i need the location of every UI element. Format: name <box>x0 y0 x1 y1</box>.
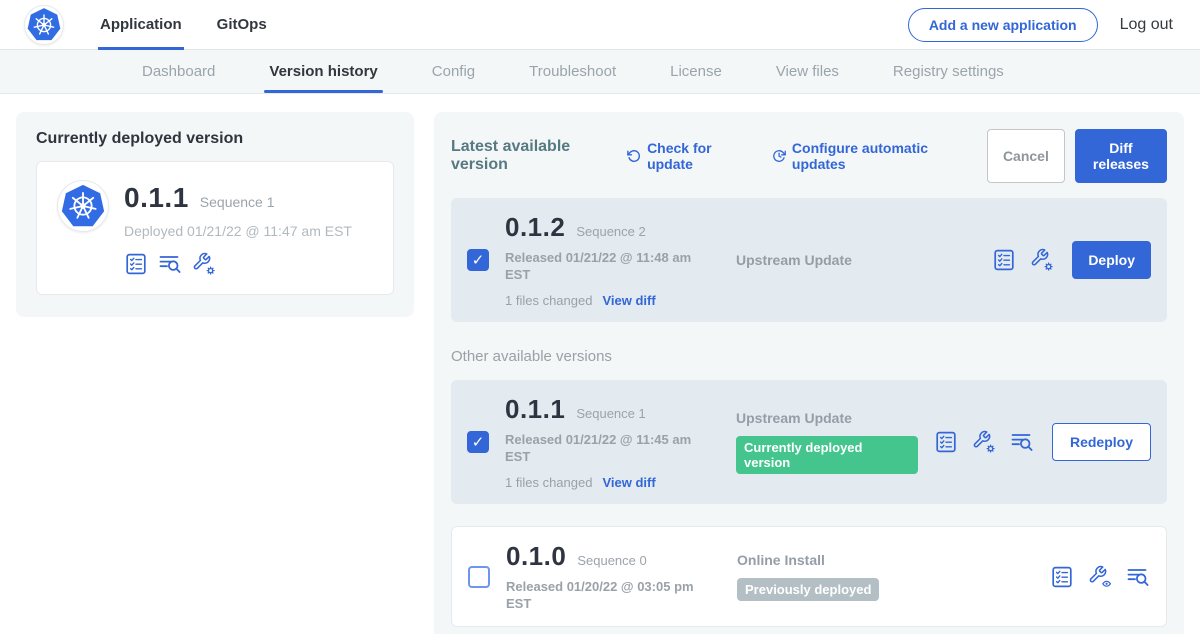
subtab-dashboard[interactable]: Dashboard <box>115 50 242 93</box>
version-row-0-1-0: 0.1.0 Sequence 0 Released 01/20/22 @ 03:… <box>451 526 1167 627</box>
view-config-icon[interactable] <box>1088 565 1112 589</box>
deploy-button[interactable]: Deploy <box>1072 241 1151 279</box>
release-notes-icon[interactable] <box>934 430 958 454</box>
currently-deployed-badge: Currently deployed version <box>736 436 918 474</box>
cancel-button[interactable]: Cancel <box>987 129 1065 183</box>
version-number: 0.1.1 <box>505 394 565 425</box>
view-logs-icon[interactable] <box>158 252 182 276</box>
version-row-0-1-2: 0.1.2 Sequence 2 Released 01/21/22 @ 11:… <box>451 198 1167 322</box>
diff-releases-button[interactable]: Diff releases <box>1075 129 1167 183</box>
release-notes-icon[interactable] <box>124 252 148 276</box>
configure-auto-updates-link[interactable]: Configure automatic updates <box>772 140 963 172</box>
other-available-versions-label: Other available versions <box>451 348 1167 365</box>
release-notes-icon[interactable] <box>992 248 1016 272</box>
subtab-version-history[interactable]: Version history <box>242 50 404 93</box>
release-notes-icon[interactable] <box>1050 565 1074 589</box>
view-logs-icon[interactable] <box>1010 430 1034 454</box>
version-row-0-1-1: 0.1.1 Sequence 1 Released 01/21/22 @ 11:… <box>451 380 1167 504</box>
view-logs-icon[interactable] <box>1126 565 1150 589</box>
currently-deployed-panel: Currently deployed version 0.1.1 Sequenc… <box>16 112 414 317</box>
app-logo-icon <box>57 180 109 232</box>
released-timestamp: Released 01/20/22 @ 03:05 pm EST <box>506 578 706 612</box>
files-changed-label: 1 files changed <box>505 475 592 490</box>
subtab-license[interactable]: License <box>643 50 749 93</box>
version-source-label: Online Install <box>737 552 1034 568</box>
deployed-version-number: 0.1.1 <box>124 182 189 214</box>
subtab-config[interactable]: Config <box>405 50 502 93</box>
refresh-icon <box>627 148 641 164</box>
add-new-application-button[interactable]: Add a new application <box>908 8 1098 42</box>
version-number: 0.1.2 <box>505 212 565 243</box>
sequence-label: Sequence 2 <box>576 224 645 239</box>
deployed-version-card: 0.1.1 Sequence 1 Deployed 01/21/22 @ 11:… <box>36 161 394 295</box>
files-changed-label: 1 files changed <box>505 293 592 308</box>
available-versions-panel: Latest available version Check for updat… <box>434 112 1184 634</box>
top-nav-tabs: Application GitOps <box>98 0 300 49</box>
app-subnav: Dashboard Version history Config Trouble… <box>0 50 1200 94</box>
sequence-label: Sequence 1 <box>576 406 645 421</box>
view-diff-link[interactable]: View diff <box>602 293 655 308</box>
check-for-update-link[interactable]: Check for update <box>627 140 748 172</box>
edit-config-icon[interactable] <box>192 252 216 276</box>
currently-deployed-title: Currently deployed version <box>36 130 394 148</box>
deployed-timestamp: Deployed 01/21/22 @ 11:47 am EST <box>124 223 352 239</box>
released-timestamp: Released 01/21/22 @ 11:48 am EST <box>505 249 705 283</box>
subtab-registry-settings[interactable]: Registry settings <box>866 50 1031 93</box>
main-content: Currently deployed version 0.1.1 Sequenc… <box>0 94 1200 634</box>
released-timestamp: Released 01/21/22 @ 11:45 am EST <box>505 431 705 465</box>
previously-deployed-badge: Previously deployed <box>737 578 879 601</box>
top-nav: Application GitOps Add a new application… <box>0 0 1200 50</box>
logout-link[interactable]: Log out <box>1120 16 1173 34</box>
deployed-sequence-label: Sequence 1 <box>200 194 275 210</box>
version-number: 0.1.0 <box>506 541 566 572</box>
version-source-label: Upstream Update <box>736 252 976 268</box>
edit-config-icon[interactable] <box>1030 248 1054 272</box>
version-checkbox[interactable] <box>468 566 490 588</box>
tab-application[interactable]: Application <box>98 0 184 49</box>
view-diff-link[interactable]: View diff <box>602 475 655 490</box>
sequence-label: Sequence 0 <box>577 553 646 568</box>
kubernetes-logo-icon <box>24 5 64 45</box>
subtab-view-files[interactable]: View files <box>749 50 866 93</box>
latest-available-title: Latest available version <box>451 138 611 174</box>
redeploy-button[interactable]: Redeploy <box>1052 423 1151 461</box>
subtab-troubleshoot[interactable]: Troubleshoot <box>502 50 643 93</box>
version-source-label: Upstream Update <box>736 410 918 426</box>
edit-config-icon[interactable] <box>972 430 996 454</box>
auto-update-clock-icon <box>772 148 786 164</box>
tab-gitops[interactable]: GitOps <box>215 0 269 49</box>
version-checkbox[interactable] <box>467 431 489 453</box>
version-checkbox[interactable] <box>467 249 489 271</box>
